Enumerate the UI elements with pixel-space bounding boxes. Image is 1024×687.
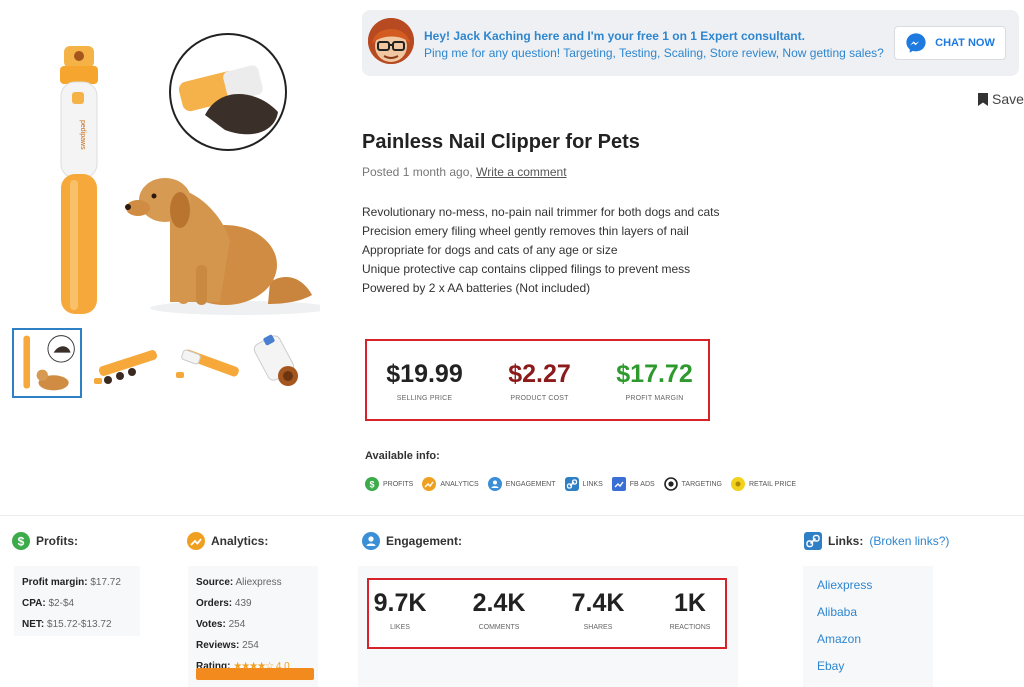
price-summary: $19.99 SELLING PRICE $2.27 PRODUCT COST … (365, 339, 710, 421)
available-info-list: $ PROFITS ANALYTICS ENGAGEMENT LINKS FB … (365, 477, 796, 491)
svg-text:$: $ (18, 535, 25, 549)
write-comment-link[interactable]: Write a comment (476, 165, 566, 179)
reactions-stat: 1K REACTIONS (669, 589, 711, 631)
available-analytics: ANALYTICS (422, 477, 479, 491)
product-cost-value: $2.27 (508, 360, 571, 388)
profit-margin: $17.72 PROFIT MARGIN (597, 359, 712, 402)
link-icon (804, 532, 822, 550)
engagement-section-title: Engagement: (362, 532, 462, 550)
dollar-icon: $ (365, 477, 379, 491)
feature-list: Revolutionary no-mess, no-pain nail trim… (362, 203, 720, 298)
product-cost-label: PRODUCT COST (510, 395, 569, 402)
thumbnail-3[interactable] (172, 328, 242, 398)
bookmark-icon (978, 92, 988, 106)
votes-row: Votes: 254 (196, 619, 246, 630)
available-fb-ads: FB ADS (611, 477, 655, 491)
selling-price-label: SELLING PRICE (396, 395, 453, 402)
feature-item: Precision emery filing wheel gently remo… (362, 224, 689, 238)
comments-stat: 2.4K COMMENTS (472, 589, 526, 631)
feature-item: Revolutionary no-mess, no-pain nail trim… (362, 205, 720, 219)
alibaba-link[interactable]: Alibaba (817, 599, 919, 626)
thumbnail-strip (12, 328, 312, 400)
fb-ads-icon (611, 477, 626, 491)
available-targeting: TARGETING (663, 477, 722, 491)
available-links: LINKS (564, 477, 603, 491)
engagement-icon (362, 532, 380, 550)
links-section-title: Links: (Broken links?) (804, 532, 949, 550)
available-retail-price: RETAIL PRICE (731, 477, 796, 491)
device-brand-text: pedipaws (79, 120, 86, 150)
engagement-icon (487, 477, 502, 491)
posted-time: Posted 1 month ago, (362, 165, 473, 179)
save-label: Save (992, 91, 1024, 107)
profit-margin-value: $17.72 (616, 360, 693, 388)
retail-price-icon (731, 477, 745, 491)
profits-panel: Profit margin: $17.72 CPA: $2-$4 NET: $1… (14, 566, 140, 636)
thumbnail-1[interactable] (12, 328, 82, 398)
feature-item: Powered by 2 x AA batteries (Not include… (362, 281, 591, 295)
thumbnail-4[interactable] (246, 328, 316, 398)
engagement-stats: 9.7K LIKES 2.4K COMMENTS 7.4K SHARES 1K … (367, 578, 727, 649)
feature-item: Unique protective cap contains clipped f… (362, 262, 691, 276)
chat-now-button[interactable]: CHAT NOW (894, 26, 1006, 60)
chat-greeting: Hey! Jack Kaching here and I'm your free… (424, 29, 805, 43)
amazon-link[interactable]: Amazon (817, 626, 919, 653)
target-icon (663, 477, 678, 491)
analytics-section-title: Analytics: (187, 532, 268, 550)
profit-margin-row: Profit margin: $17.72 (22, 577, 121, 588)
analytics-panel: Source: Aliexpress Orders: 439 Votes: 25… (188, 566, 318, 687)
broken-links-link[interactable]: Broken links? (873, 534, 945, 548)
consultant-avatar (368, 18, 414, 64)
consultant-chat-banner: Hey! Jack Kaching here and I'm your free… (362, 10, 1019, 76)
available-info-title: Available info: (365, 450, 440, 462)
product-title: Painless Nail Clipper for Pets (362, 131, 640, 153)
chat-now-label: CHAT NOW (935, 37, 995, 49)
product-cost: $2.27 PRODUCT COST (482, 359, 597, 402)
svg-text:$: $ (369, 480, 374, 490)
ebay-link[interactable]: Ebay (817, 653, 919, 680)
thumbnail-2[interactable] (92, 328, 162, 398)
save-button[interactable]: Save (978, 91, 1024, 107)
posted-meta: Posted 1 month ago, Write a comment (362, 165, 567, 179)
link-icon (564, 477, 579, 491)
external-links-list: Aliexpress Alibaba Amazon Ebay (817, 572, 919, 680)
net-row: NET: $15.72-$13.72 (22, 619, 112, 630)
reviews-row: Reviews: 254 (196, 640, 259, 651)
aliexpress-link[interactable]: Aliexpress (817, 572, 919, 599)
links-panel: Aliexpress Alibaba Amazon Ebay (803, 566, 933, 687)
available-profits: $ PROFITS (365, 477, 413, 491)
likes-stat: 9.7K LIKES (373, 589, 427, 631)
messenger-icon (906, 33, 926, 53)
selling-price: $19.99 SELLING PRICE (367, 359, 482, 402)
analytics-icon (187, 532, 205, 550)
analytics-icon (422, 477, 437, 491)
profits-section-title: $ Profits: (12, 532, 78, 550)
feature-item: Appropriate for dogs and cats of any age… (362, 243, 618, 257)
chat-subtext: Ping me for any question! Targeting, Tes… (424, 46, 884, 60)
show-reviews-button[interactable] (196, 668, 314, 680)
selling-price-value: $19.99 (386, 360, 463, 388)
product-main-image[interactable]: pedipaws (20, 20, 320, 320)
source-row: Source: Aliexpress (196, 577, 282, 588)
shares-stat: 7.4K SHARES (571, 589, 625, 631)
profit-margin-label: PROFIT MARGIN (625, 395, 684, 402)
available-engagement: ENGAGEMENT (487, 477, 556, 491)
orders-row: Orders: 439 (196, 598, 252, 609)
dollar-icon: $ (12, 532, 30, 550)
section-divider (0, 515, 1024, 516)
cpa-row: CPA: $2-$4 (22, 598, 75, 609)
